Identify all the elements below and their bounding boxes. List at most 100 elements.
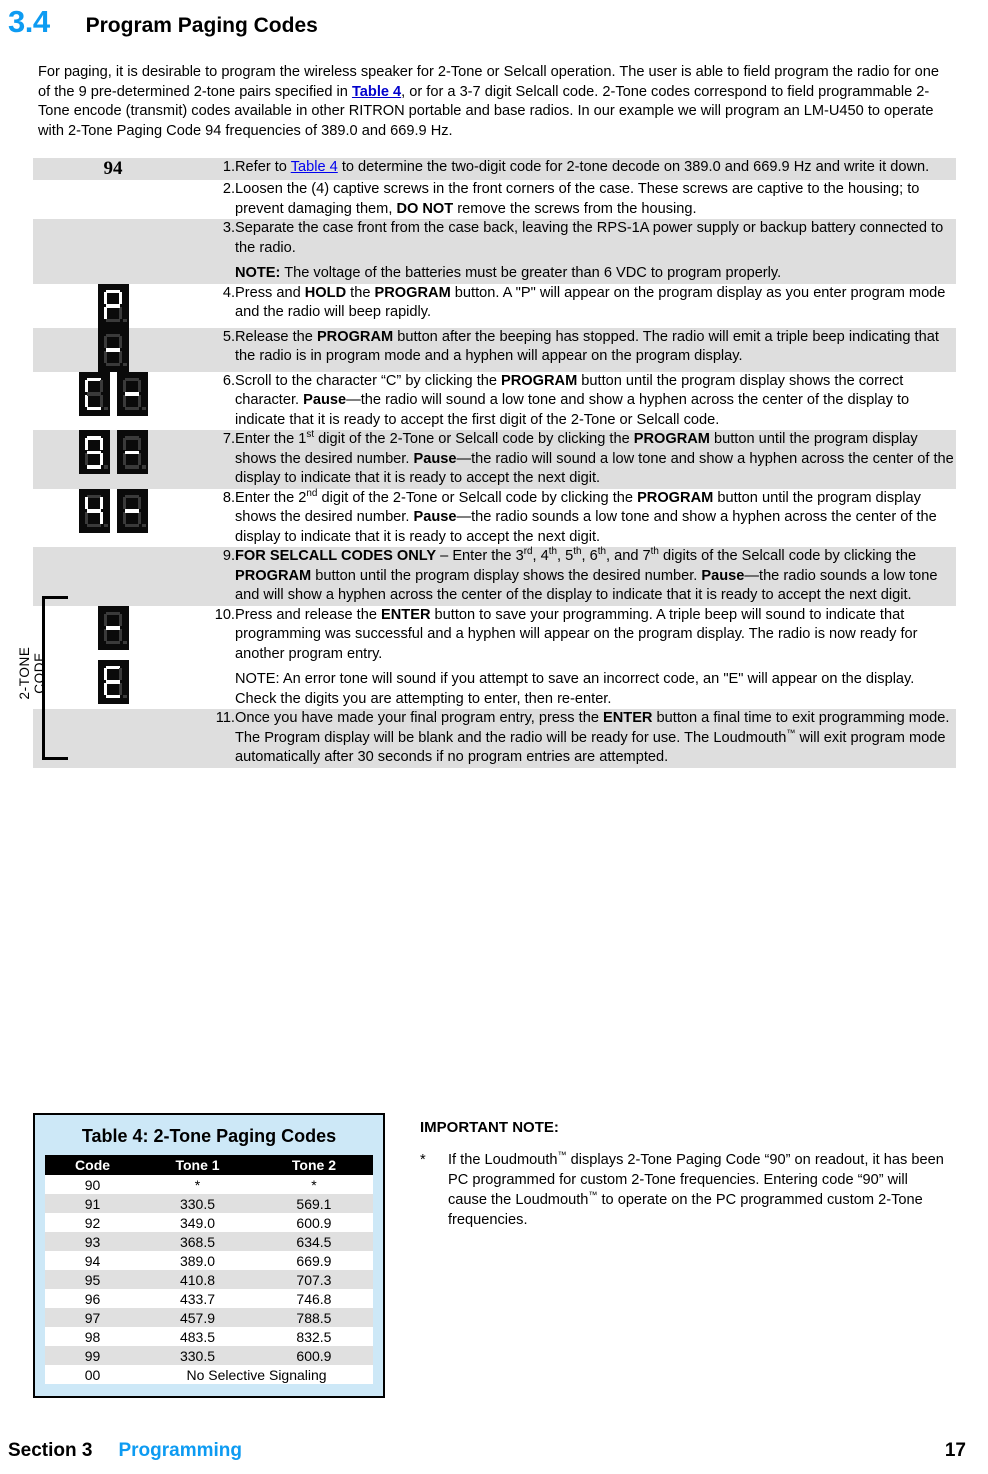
step-9-text-f: digits of the Selcall code by clicking t…	[658, 548, 917, 564]
step-9-icon-cell	[33, 547, 193, 606]
table-row: 91 330.5 569.1	[45, 1194, 373, 1213]
step-10-text: Press and release the ENTER button to sa…	[235, 605, 956, 709]
step-3-note-label: NOTE:	[235, 265, 281, 281]
table-row: 95 410.8 707.3	[45, 1270, 373, 1289]
cell-code: 94	[84, 1252, 101, 1269]
step-7-bold-pause: Pause	[413, 450, 457, 467]
cell-code: 91	[45, 1194, 141, 1213]
cell-code: 96	[84, 1290, 101, 1307]
step-8-text-a: Enter the 2	[235, 489, 307, 506]
step-5-text: Release the PROGRAM button after the bee…	[235, 327, 956, 372]
seven-segment-digit-icon	[78, 430, 110, 474]
table4-col-tone1: Tone 1	[140, 1155, 255, 1175]
step-10-bold-enter: ENTER	[381, 606, 431, 623]
cell-tone2: 634.5	[254, 1232, 373, 1251]
seven-segment-digit-icon	[97, 659, 129, 704]
step-4-text-a: Press and	[235, 284, 305, 301]
step-9-text-e: , and 7	[606, 548, 651, 564]
cell-tone2: 569.1	[254, 1194, 373, 1213]
step-8-text: Enter the 2nd digit of the 2-Tone or Sel…	[235, 487, 956, 547]
seven-segment-display-hyphen	[33, 327, 193, 372]
step-11-text-a: Once you have made your final program en…	[235, 710, 604, 726]
seven-segment-digit-icon	[78, 488, 110, 533]
table4-col-code: Code	[45, 1155, 141, 1175]
trademark-symbol: ™	[557, 1150, 567, 1161]
step-4-bold-program: PROGRAM	[374, 284, 451, 301]
seven-segment-display-9-hyphen	[33, 430, 193, 474]
step-7-bold-program: PROGRAM	[633, 431, 710, 447]
step-7-text: Enter the 1st digit of the 2-Tone or Sel…	[235, 430, 956, 489]
table-row: 94 1. Refer to Table 4 to determine the …	[33, 158, 956, 180]
step-9-text-a: – Enter the 3	[436, 548, 524, 564]
step-1-number: 1.	[193, 158, 235, 180]
seven-segment-display-P	[33, 283, 193, 328]
step-8-bold-program: PROGRAM	[637, 489, 714, 506]
step-6-text-a: Scroll to the character “C” by clicking …	[235, 372, 502, 389]
cell-tone1: 368.5	[140, 1232, 255, 1251]
table-row: 90 * *	[45, 1175, 373, 1194]
table-row: 92 349.0 600.9	[45, 1213, 373, 1232]
cell-tone2: 746.8	[296, 1290, 332, 1307]
table4-panel: Table 4: 2-Tone Paging Codes Code Tone 1…	[33, 1113, 385, 1398]
cell-code: 00	[84, 1366, 101, 1383]
table4-col-tone2: Tone 2	[254, 1155, 373, 1175]
step-7-number: 7.	[193, 430, 235, 489]
seven-segment-digit-icon	[116, 371, 148, 416]
step-2-icon-cell	[33, 180, 193, 219]
cell-tone2: 832.5	[296, 1328, 332, 1345]
cell-code: 90	[84, 1176, 101, 1193]
seven-segment-display-4-hyphen	[33, 488, 193, 533]
cell-tone2: 600.9	[254, 1346, 373, 1365]
step-9-ordinal-th-2: th	[573, 546, 582, 558]
step-2-text-b: remove the screws from the housing.	[453, 200, 697, 217]
important-note-bullet: * If the Loudmouth™ displays 2-Tone Pagi…	[420, 1150, 950, 1230]
step-4-bold-hold: HOLD	[304, 284, 347, 301]
table4-paging-codes: Code Tone 1 Tone 2 90 * * 91 330.5 569.1 92 3…	[45, 1155, 373, 1384]
step-8-ordinal-nd: nd	[306, 487, 318, 499]
table4-link[interactable]: Table 4	[352, 84, 401, 100]
step-7-text-a: Enter the 1	[235, 431, 307, 447]
page-footer: Section 3 Programming 17	[0, 1440, 988, 1462]
step-9-number: 9.	[193, 547, 235, 606]
step-4-display-cell	[33, 283, 193, 328]
cell-code: 93	[45, 1232, 141, 1251]
step-6-display-cell	[33, 371, 193, 430]
step-9-ordinal-th-1: th	[548, 546, 558, 558]
cell-tone2: 707.3	[254, 1270, 373, 1289]
step-2-text: Loosen the (4) captive screws in the fro…	[235, 180, 956, 219]
table-row: 97 457.9 788.5	[45, 1308, 373, 1327]
step-3-note-text: The voltage of the batteries must be gre…	[280, 265, 782, 281]
bottom-section: Table 4: 2-Tone Paging Codes Code Tone 1…	[0, 1105, 988, 1425]
seven-segment-digit-icon	[97, 283, 129, 328]
step-8-bold-pause: Pause	[413, 509, 457, 525]
cell-tone1: 389.0	[179, 1252, 216, 1269]
table-row: 94 389.0 669.9	[45, 1251, 373, 1270]
table-row: 5. Release the PROGRAM button after the …	[33, 327, 956, 372]
footer-page-number: 17	[944, 1440, 966, 1461]
page-header: 3.4 Program Paging Codes	[0, 0, 988, 37]
step-9-text: FOR SELCALL CODES ONLY – Enter the 3rd, …	[235, 547, 956, 606]
step-5-text-a: Release the	[235, 328, 317, 345]
step-10-display-cell	[33, 605, 193, 709]
step-9-bold-program: PROGRAM	[235, 567, 312, 584]
step-1-text-post: to determine the two-digit code for 2-to…	[337, 159, 930, 175]
step-1-table4-link[interactable]: Table 4	[291, 159, 338, 175]
cell-code: 99	[45, 1346, 141, 1365]
step-9-ordinal-th-4: th	[650, 546, 659, 558]
step-7-text-b: digit of the 2-Tone or Selcall code by c…	[314, 431, 634, 447]
cell-code: 92	[84, 1214, 101, 1231]
step-10-text-a: Press and release the	[235, 606, 382, 623]
step-9-text-b: , 4	[532, 548, 549, 564]
cell-code: 98	[84, 1328, 101, 1345]
step-2-bold-donot: DO NOT	[396, 200, 454, 217]
step-11-icon-cell	[33, 709, 193, 768]
step-8-display-cell	[33, 488, 193, 547]
step-6-bold-pause: Pause	[303, 392, 347, 408]
step-4-text-b: the	[346, 284, 375, 301]
table-row: 8. Enter the 2nd digit of the 2-Tone or …	[33, 487, 956, 547]
cell-code: 97	[45, 1308, 141, 1327]
important-note-text: If the Loudmouth™ displays 2-Tone Paging…	[448, 1150, 950, 1230]
seven-segment-digit-icon	[116, 488, 148, 533]
step-8-number: 8.	[193, 488, 235, 547]
table4-header-row: Code Tone 1 Tone 2	[45, 1155, 373, 1175]
